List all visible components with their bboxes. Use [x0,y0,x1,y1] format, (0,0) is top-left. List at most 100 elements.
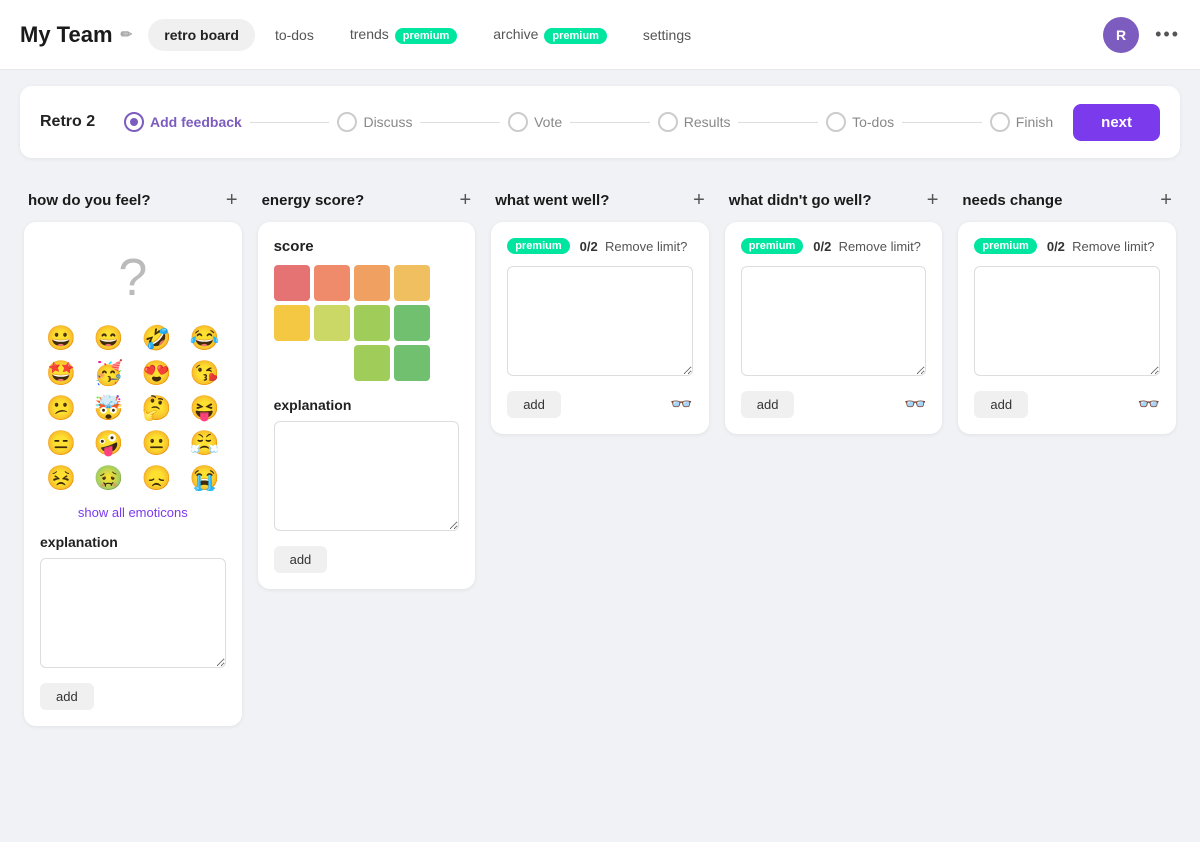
edit-team-icon[interactable]: ✏ [121,26,133,43]
explanation-textarea-energy[interactable] [274,421,460,531]
retro-label: Retro 2 [40,113,100,131]
card-footer-went-well: add 👓 [507,391,693,418]
archive-premium-badge: premium [544,28,606,44]
emoticons-grid: 😀 😄 🤣 😂 🤩 🥳 😍 😘 😕 🤯 🤔 😝 😑 🤪 😐 😤 😣 🤢 😞 [40,324,226,493]
emoticon-7[interactable]: 😍 [136,359,178,388]
add-went-well-button[interactable]: add [507,391,561,418]
tab-archive[interactable]: archivepremium [477,18,623,52]
add-didnt-go-well-button[interactable]: add [741,391,795,418]
score-cell-3[interactable] [354,265,390,301]
feedback-textarea-didnt-go-well[interactable] [741,266,927,376]
score-cell-8[interactable] [394,305,430,341]
step-label-results: Results [684,114,731,130]
emoticon-15[interactable]: 😐 [136,429,178,458]
add-energy-button[interactable]: add [274,546,328,573]
trends-premium-badge: premium [395,28,457,44]
mask-icon-went-well[interactable]: 👓 [670,394,692,415]
tab-retro-board[interactable]: retro board [148,19,255,51]
tab-to-dos[interactable]: to-dos [259,19,330,51]
column-header-energy: energy score? + [258,174,476,222]
column-what-went-well: what went well? + premium 0/2 Remove lim… [483,174,717,726]
column-header-needs-change: needs change + [958,174,1176,222]
didnt-go-well-card: premium 0/2 Remove limit? add 👓 [725,222,943,434]
score-cell-2[interactable] [314,265,350,301]
emoticon-14[interactable]: 🤪 [88,429,130,458]
column-title-didnt-go-well: what didn't go well? [729,192,872,209]
step-circle-results [658,112,678,132]
score-cell-1[interactable] [274,265,310,301]
steps: Add feedback Discuss Vote Results To-dos… [124,112,1053,132]
add-feel-button[interactable]: add [40,683,94,710]
score-cell-7[interactable] [354,305,390,341]
header: My Team ✏ retro board to-dos trendspremi… [0,0,1200,70]
score-cell-11[interactable] [354,345,390,381]
column-energy-score: energy score? + score explanation [250,174,484,726]
step-circle-add-feedback [124,112,144,132]
limit-text-what-went-well: 0/2 Remove limit? [580,239,688,254]
more-options-button[interactable]: ••• [1155,24,1180,45]
emoticon-12[interactable]: 😝 [184,394,226,423]
emoticon-19[interactable]: 😞 [136,464,178,493]
emoticon-4[interactable]: 😂 [184,324,226,353]
step-finish[interactable]: Finish [990,112,1053,132]
add-col-energy-button[interactable]: + [460,190,472,210]
premium-badge-what-went-well: premium [507,238,569,254]
column-title-energy: energy score? [262,192,365,209]
score-cell-9 [274,345,310,381]
emoticon-1[interactable]: 😀 [40,324,82,353]
emoticon-2[interactable]: 😄 [88,324,130,353]
avatar[interactable]: R [1103,17,1139,53]
card-footer-needs-change: add 👓 [974,391,1160,418]
step-vote[interactable]: Vote [508,112,562,132]
emoticon-9[interactable]: 😕 [40,394,82,423]
add-col-needs-change-button[interactable]: + [1160,190,1172,210]
emoticon-11[interactable]: 🤔 [136,394,178,423]
step-todos[interactable]: To-dos [826,112,894,132]
step-add-feedback[interactable]: Add feedback [124,112,242,132]
tab-trends[interactable]: trendspremium [334,18,473,52]
score-cell-5[interactable] [274,305,310,341]
step-results[interactable]: Results [658,112,731,132]
score-grid [274,265,460,381]
emoticon-8[interactable]: 😘 [184,359,226,388]
explanation-label-feel: explanation [40,534,226,550]
emoticon-17[interactable]: 😣 [40,464,82,493]
emoticon-6[interactable]: 🥳 [88,359,130,388]
score-cell-6[interactable] [314,305,350,341]
score-cell-4[interactable] [394,265,430,301]
emoticon-3[interactable]: 🤣 [136,324,178,353]
header-right: R ••• [1103,17,1180,53]
card-footer-didnt-go-well: add 👓 [741,391,927,418]
step-label-discuss: Discuss [363,114,412,130]
step-circle-discuss [337,112,357,132]
step-line-5 [902,122,982,123]
add-col-didnt-go-well-button[interactable]: + [927,190,939,210]
premium-badge-what-didnt-go-well: premium [741,238,803,254]
column-title-needs-change: needs change [962,192,1062,209]
score-cell-12[interactable] [394,345,430,381]
tab-settings[interactable]: settings [627,19,707,51]
mask-icon-didnt-go-well[interactable]: 👓 [904,394,926,415]
needs-change-card: premium 0/2 Remove limit? add 👓 [958,222,1176,434]
step-discuss[interactable]: Discuss [337,112,412,132]
nav-tabs: retro board to-dos trendspremium archive… [148,18,1103,52]
add-col-feel-button[interactable]: + [226,190,238,210]
add-needs-change-button[interactable]: add [974,391,1028,418]
emoticon-5[interactable]: 🤩 [40,359,82,388]
explanation-textarea-feel[interactable] [40,558,226,668]
column-header-went-well: what went well? + [491,174,709,222]
emoticon-13[interactable]: 😑 [40,429,82,458]
feedback-textarea-needs-change[interactable] [974,266,1160,376]
add-col-went-well-button[interactable]: + [693,190,705,210]
score-cell-10 [314,345,350,381]
show-all-emoticons-link[interactable]: show all emoticons [40,505,226,520]
feedback-textarea-went-well[interactable] [507,266,693,376]
emoticon-20[interactable]: 😭 [184,464,226,493]
emoticon-16[interactable]: 😤 [184,429,226,458]
premium-bar-didnt-go-well: premium 0/2 Remove limit? [741,238,927,254]
team-name-text: My Team [20,22,113,48]
emoticon-10[interactable]: 🤯 [88,394,130,423]
emoticon-18[interactable]: 🤢 [88,464,130,493]
mask-icon-needs-change[interactable]: 👓 [1138,394,1160,415]
next-button[interactable]: next [1073,104,1160,141]
